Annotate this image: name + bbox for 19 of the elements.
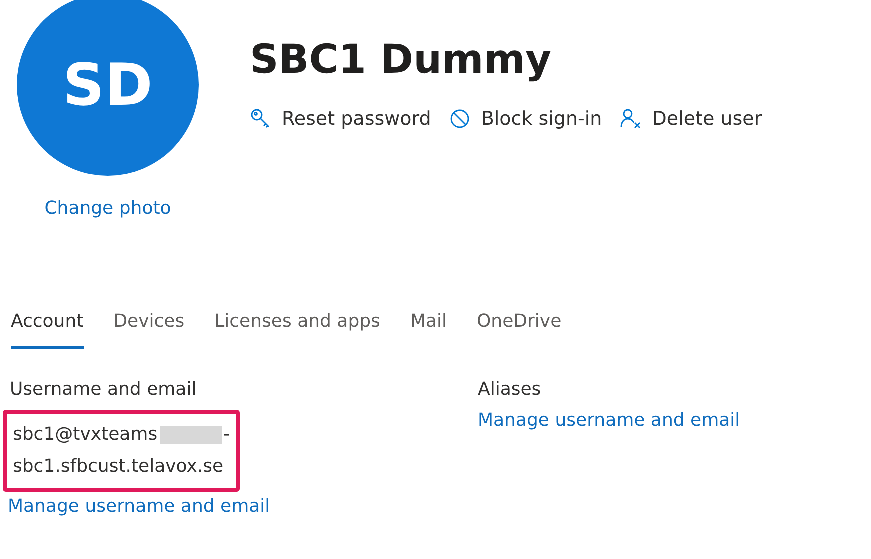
tab[interactable]: Mail — [410, 305, 447, 349]
person-remove-icon — [620, 108, 642, 130]
key-icon — [250, 108, 272, 130]
action-button[interactable]: Reset password — [250, 108, 432, 130]
tab[interactable]: Account — [11, 305, 84, 349]
email-address: sbc1@tvxteams - sbc1.sfbcust.telavox.se — [13, 423, 230, 479]
avatar-initials: SD — [63, 51, 153, 119]
manage-username-link[interactable]: Manage username and email — [478, 410, 740, 431]
change-photo-link[interactable]: Change photo — [44, 198, 172, 219]
section-heading: Aliases — [478, 379, 542, 400]
user-name: SBC1 Dummy — [250, 38, 553, 82]
manage-username-link[interactable]: Manage username and email — [8, 496, 270, 517]
tab[interactable]: OneDrive — [477, 305, 562, 349]
action-button[interactable]: Delete user — [620, 108, 762, 130]
action-button[interactable]: Block sign-in — [449, 108, 602, 130]
tab[interactable]: Devices — [114, 305, 185, 349]
section-heading: Username and email — [10, 379, 197, 400]
block-icon — [449, 108, 472, 130]
tab[interactable]: Licenses and apps — [214, 305, 380, 349]
